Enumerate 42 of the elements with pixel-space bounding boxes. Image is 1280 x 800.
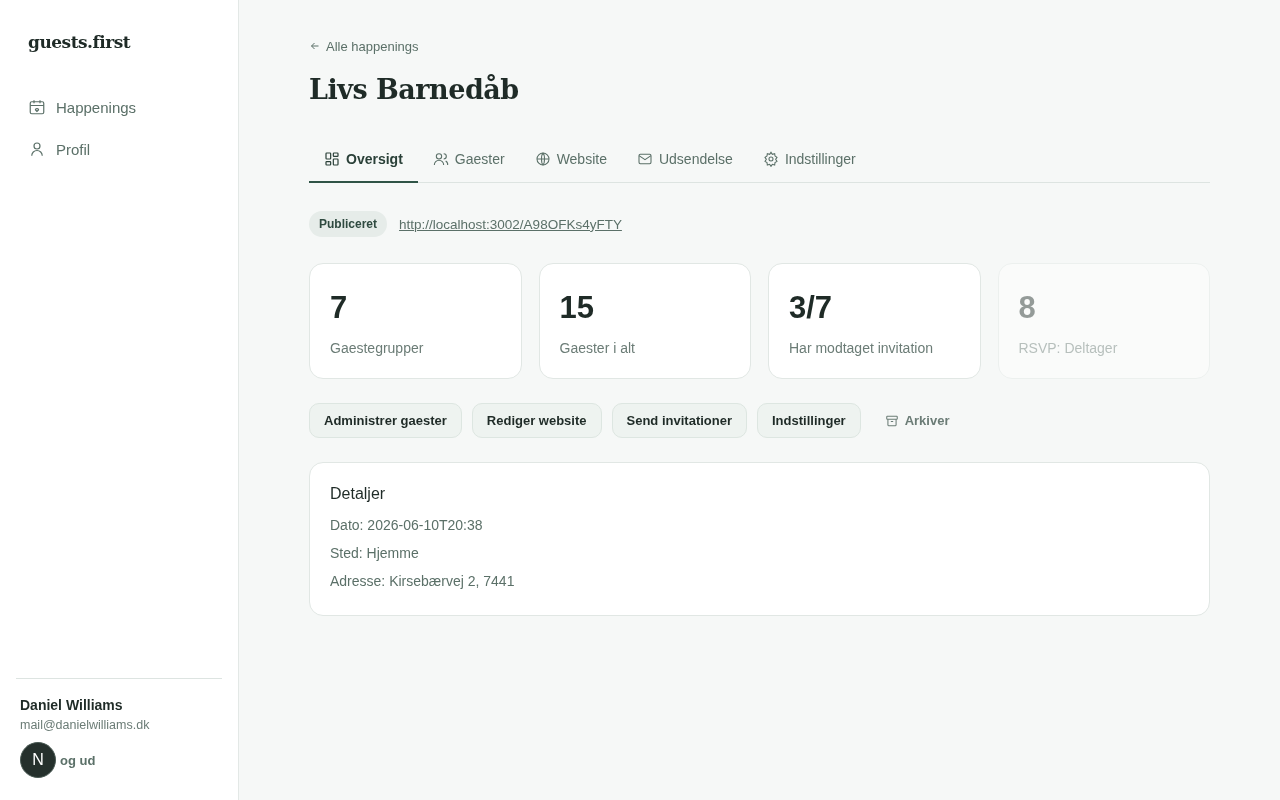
back-link[interactable]: Alle happenings <box>309 38 419 54</box>
dashboard-icon <box>324 151 340 167</box>
archive-button[interactable]: Arkiver <box>870 404 964 437</box>
stat-value: 7 <box>330 290 349 326</box>
sidebar-item[interactable]: Happenings <box>16 92 149 122</box>
stat-label: Har modtaget invitation <box>789 340 934 356</box>
tab[interactable]: Udsendelse <box>621 145 748 183</box>
detail-line: Sted: Hjemme <box>330 545 420 561</box>
back-arrow-icon <box>309 40 321 52</box>
tab[interactable]: Website <box>519 145 622 183</box>
action-button[interactable]: Send invitationer <box>611 403 747 438</box>
stat-value: 8 <box>1018 290 1037 326</box>
detail-line: Dato: 2026-06-10T20:38 <box>330 517 484 533</box>
logo[interactable]: guests.first <box>28 32 131 52</box>
stat-label: Gaester i alt <box>559 340 636 356</box>
logout-link[interactable]: og ud <box>60 752 96 768</box>
archive-icon <box>884 413 899 428</box>
users-icon <box>432 151 449 167</box>
stat-label: Gaestegrupper <box>330 340 425 356</box>
page-title: Livs Barnedåb <box>309 74 520 105</box>
detail-line: Adresse: Kirsebærvej 2, 7441 <box>330 573 516 589</box>
calendar-icon <box>28 98 46 116</box>
globe-icon <box>534 151 551 167</box>
tab[interactable]: Gaester <box>417 145 520 183</box>
status-badge: Publiceret <box>309 211 388 237</box>
action-button[interactable]: Rediger website <box>471 403 602 438</box>
dev-badge[interactable]: N <box>20 742 56 778</box>
tab[interactable]: Indstillinger <box>747 145 871 183</box>
tab[interactable]: Oversigt <box>309 145 418 183</box>
action-button[interactable]: Administrer gaester <box>309 403 462 438</box>
action-button[interactable]: Indstillinger <box>757 403 861 438</box>
sidebar-item[interactable]: Profil <box>16 134 103 164</box>
settings-icon <box>762 151 779 167</box>
url-link[interactable]: http://localhost:3002/A98OFKs4yFTY <box>399 216 622 232</box>
stat-value: 15 <box>559 290 595 326</box>
user-email: mail@danielwilliams.dk <box>20 718 151 732</box>
user-icon <box>28 140 46 158</box>
stat-label: RSVP: Deltager <box>1018 340 1119 356</box>
mail-icon <box>636 151 653 167</box>
stat-value: 3/7 <box>789 290 834 326</box>
details-title: Detaljer <box>330 485 387 503</box>
user-name: Daniel Williams <box>20 697 124 713</box>
